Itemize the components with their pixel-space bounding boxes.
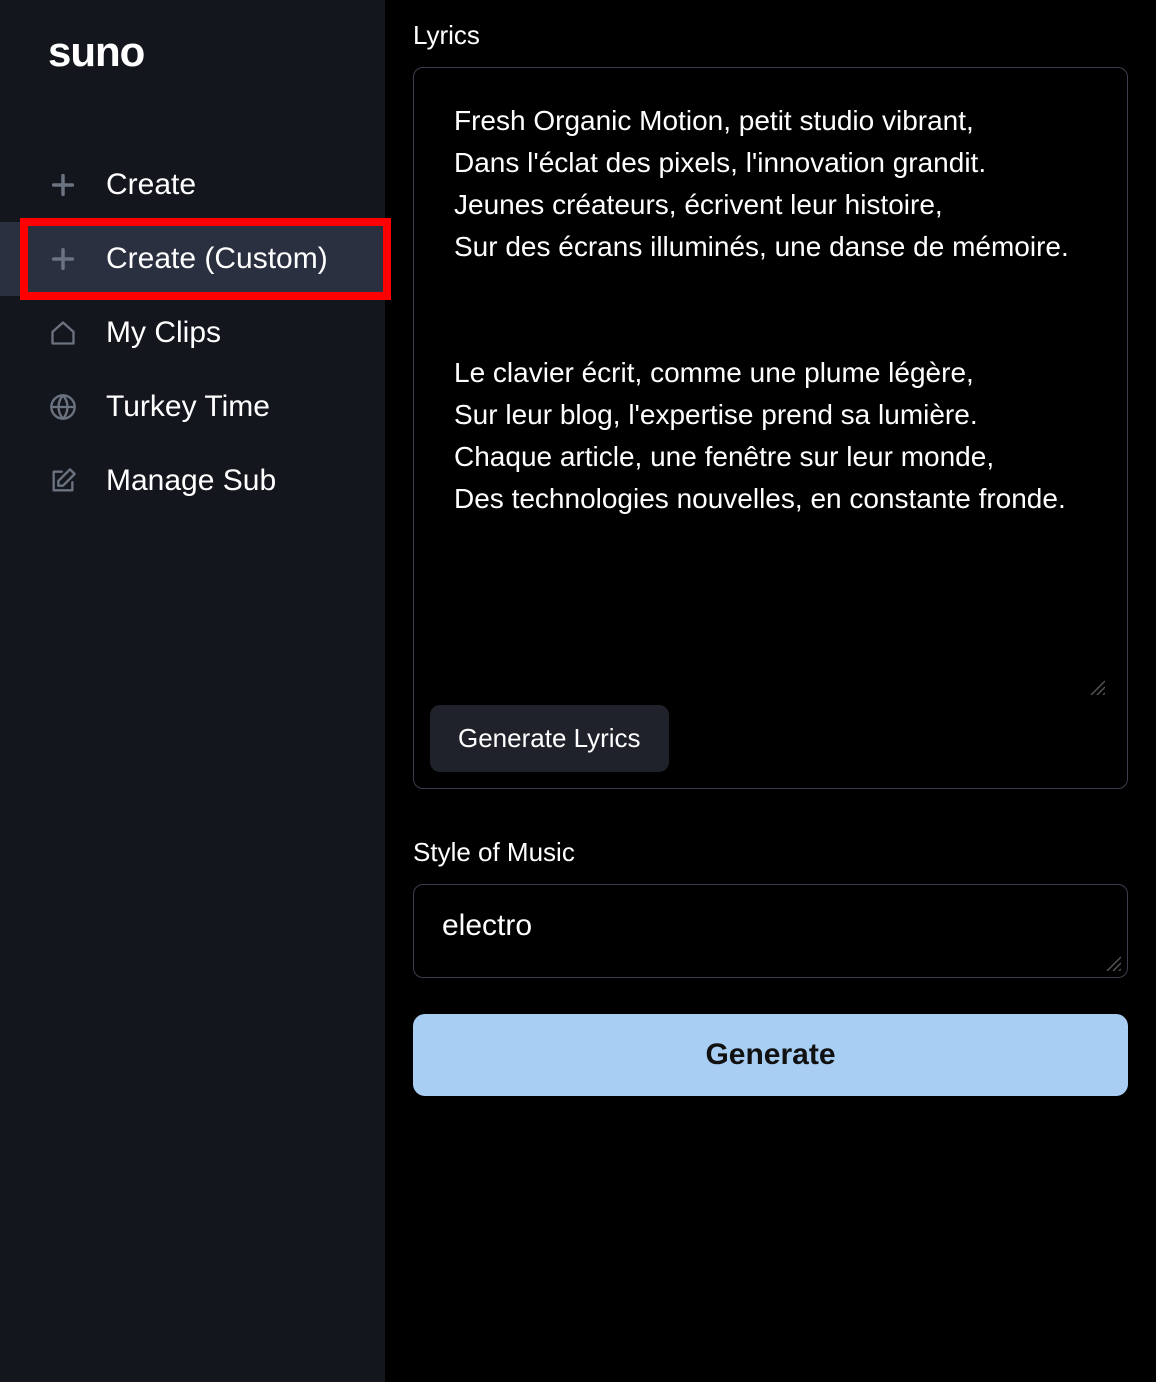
sidebar-item-create[interactable]: Create [0, 148, 385, 222]
plus-icon [48, 244, 78, 274]
sidebar-item-label: Turkey Time [106, 390, 270, 424]
generate-button[interactable]: Generate [413, 1014, 1128, 1096]
style-input[interactable] [414, 885, 1127, 977]
lyrics-input[interactable] [430, 84, 1111, 694]
style-box [413, 884, 1128, 978]
logo: suno [0, 28, 385, 76]
sidebar-item-label: Create (Custom) [106, 242, 328, 276]
sidebar-item-label: Manage Sub [106, 464, 276, 498]
lyrics-box: Generate Lyrics [413, 67, 1128, 789]
globe-icon [48, 392, 78, 422]
plus-icon [48, 170, 78, 200]
sidebar-item-turkey-time[interactable]: Turkey Time [0, 370, 385, 444]
sidebar: suno Create Create (Custom) My Clips Tur… [0, 0, 385, 1382]
sidebar-item-create-custom[interactable]: Create (Custom) [0, 222, 385, 296]
sidebar-item-label: Create [106, 168, 196, 202]
generate-lyrics-button[interactable]: Generate Lyrics [430, 705, 669, 772]
edit-icon [48, 466, 78, 496]
sidebar-item-my-clips[interactable]: My Clips [0, 296, 385, 370]
lyrics-label: Lyrics [413, 20, 1128, 51]
sidebar-item-label: My Clips [106, 316, 221, 350]
home-icon [48, 318, 78, 348]
style-label: Style of Music [413, 837, 1128, 868]
sidebar-item-manage-sub[interactable]: Manage Sub [0, 444, 385, 518]
main-panel: Lyrics Generate Lyrics Style of Music Ge… [385, 0, 1156, 1382]
